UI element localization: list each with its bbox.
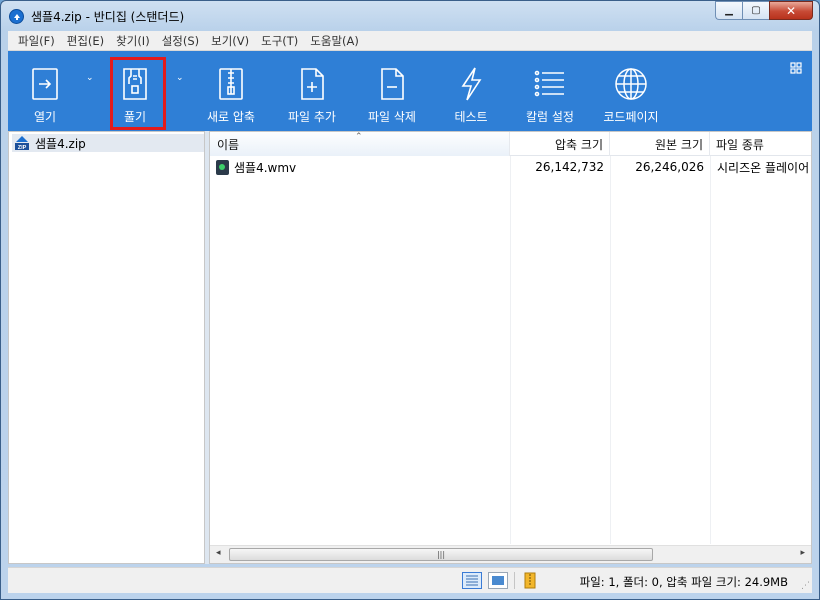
svg-text:ZIP: ZIP xyxy=(18,145,27,151)
column-header-original-label: 원본 크기 xyxy=(655,137,703,152)
add-file-label: 파일 추가 xyxy=(288,110,336,124)
open-button[interactable]: 열기 xyxy=(18,51,72,131)
folder-tree: ZIP 샘플4.zip xyxy=(8,131,205,564)
title-bar[interactable]: 샘플4.zip - 반디집 (스탠더드) ▁ ▢ ✕ xyxy=(1,1,819,31)
menu-tools[interactable]: 도구(T) xyxy=(255,33,304,49)
tree-item-archive[interactable]: ZIP 샘플4.zip xyxy=(12,134,204,152)
zip-icon: ZIP xyxy=(14,135,30,151)
codepage-button[interactable]: 코드페이지 xyxy=(596,51,666,131)
test-label: 테스트 xyxy=(454,110,488,124)
column-header-file-type[interactable]: 파일 종류 xyxy=(710,132,811,156)
scrollbar-grip-icon: ||| xyxy=(436,550,446,559)
scrollbar-thumb[interactable]: ||| xyxy=(229,548,653,561)
extract-dropdown-chevron-icon[interactable]: ⌄ xyxy=(176,73,184,83)
minimize-icon: ▁ xyxy=(725,5,733,16)
resize-grip-icon[interactable]: ⋰ xyxy=(801,581,810,591)
new-archive-icon xyxy=(214,65,248,103)
test-button[interactable]: 테스트 xyxy=(444,51,498,131)
scroll-left-icon[interactable]: ◂ xyxy=(216,548,221,558)
delete-file-label: 파일 삭제 xyxy=(368,110,416,124)
column-settings-button[interactable]: 칼럼 설정 xyxy=(520,51,580,131)
maximize-button[interactable]: ▢ xyxy=(742,1,769,20)
column-header-name-label: 이름 xyxy=(217,137,240,152)
add-file-button[interactable]: 파일 추가 xyxy=(280,51,344,131)
delete-file-icon xyxy=(375,65,409,103)
test-icon xyxy=(454,65,488,103)
add-file-icon xyxy=(295,65,329,103)
horizontal-scrollbar[interactable]: ◂ ||| ▸ xyxy=(210,545,811,563)
column-settings-label: 칼럼 설정 xyxy=(526,110,574,124)
bandizip-app-icon xyxy=(9,9,24,24)
maximize-icon: ▢ xyxy=(751,5,761,16)
column-header-name[interactable]: 이름 ⌃ xyxy=(210,132,510,156)
layout-toggle-icon[interactable] xyxy=(790,62,802,77)
app-window: 샘플4.zip - 반디집 (스탠더드) ▁ ▢ ✕ 파일(F) 편집(E) 찾… xyxy=(0,0,820,600)
close-button[interactable]: ✕ xyxy=(769,1,813,20)
close-icon: ✕ xyxy=(785,3,797,18)
open-icon xyxy=(28,65,62,103)
column-divider xyxy=(710,156,711,544)
window-title: 샘플4.zip - 반디집 (스탠더드) xyxy=(31,10,185,24)
file-list: 이름 ⌃ 압축 크기 원본 크기 파일 종류 샘플4.wmv 26,142,73… xyxy=(209,131,812,564)
column-header-type-label: 파일 종류 xyxy=(716,137,764,152)
codepage-label: 코드페이지 xyxy=(603,110,659,124)
file-type-cell: 시리즈온 플레이어 xyxy=(717,160,810,175)
menu-settings[interactable]: 설정(S) xyxy=(156,33,205,49)
menu-view[interactable]: 보기(V) xyxy=(205,33,255,49)
new-archive-button[interactable]: 새로 압축 xyxy=(201,51,261,131)
column-divider xyxy=(510,156,511,544)
delete-file-button[interactable]: 파일 삭제 xyxy=(360,51,424,131)
new-archive-label: 새로 압축 xyxy=(207,110,255,124)
scroll-right-icon[interactable]: ▸ xyxy=(800,548,805,558)
details-view-icon[interactable] xyxy=(462,572,482,589)
column-divider xyxy=(610,156,611,544)
sort-ascending-icon: ⌃ xyxy=(355,132,363,142)
column-header-original-size[interactable]: 원본 크기 xyxy=(610,132,710,156)
column-header-compressed-label: 압축 크기 xyxy=(555,137,603,152)
extract-button-highlight xyxy=(110,57,166,130)
video-file-icon xyxy=(216,159,229,175)
column-settings-icon xyxy=(532,65,568,103)
menu-edit[interactable]: 편집(E) xyxy=(61,33,110,49)
minimize-button[interactable]: ▁ xyxy=(715,1,742,20)
menu-find[interactable]: 찾기(I) xyxy=(110,33,156,49)
open-label: 열기 xyxy=(33,110,57,124)
file-list-header: 이름 ⌃ 압축 크기 원본 크기 파일 종류 xyxy=(210,132,811,156)
menu-help[interactable]: 도움말(A) xyxy=(304,33,365,49)
file-name-cell: 샘플4.wmv xyxy=(216,157,506,177)
file-name: 샘플4.wmv xyxy=(234,160,297,175)
tree-item-label: 샘플4.zip xyxy=(35,136,86,151)
menu-bar: 파일(F) 편집(E) 찾기(I) 설정(S) 보기(V) 도구(T) 도움말(… xyxy=(8,31,812,51)
status-bar: 파일: 1, 폴더: 0, 압축 파일 크기: 24.9MB ⋰ xyxy=(8,567,812,593)
thumbnail-view-icon[interactable] xyxy=(488,572,508,589)
table-row[interactable]: 샘플4.wmv 26,142,732 26,246,026 시리즈온 플레이어 xyxy=(210,157,811,177)
compressed-size-cell: 26,142,732 xyxy=(535,160,604,174)
open-dropdown-chevron-icon[interactable]: ⌄ xyxy=(86,73,94,83)
archive-info-icon[interactable] xyxy=(521,572,541,589)
menu-file[interactable]: 파일(F) xyxy=(12,33,61,49)
codepage-icon xyxy=(613,65,649,103)
column-header-compressed-size[interactable]: 압축 크기 xyxy=(510,132,610,156)
status-text: 파일: 1, 폴더: 0, 압축 파일 크기: 24.9MB xyxy=(579,575,788,589)
original-size-cell: 26,246,026 xyxy=(635,160,704,174)
